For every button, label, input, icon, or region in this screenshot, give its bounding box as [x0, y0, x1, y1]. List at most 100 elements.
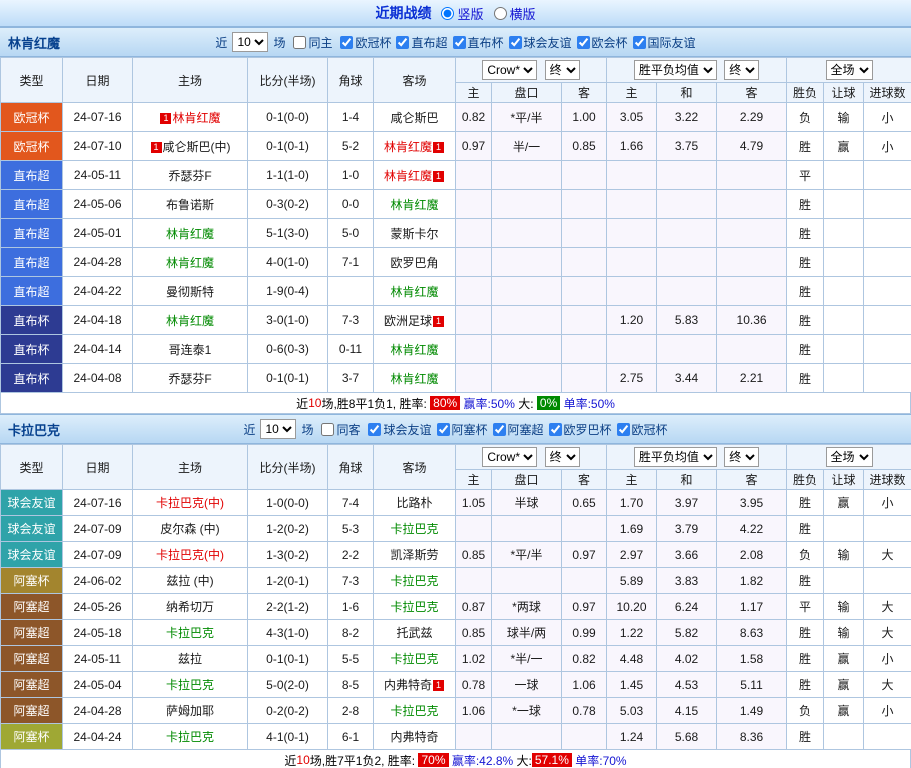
goals-result	[864, 219, 911, 248]
score: 4-3(1-0)	[248, 620, 328, 646]
euro-draw-odds: 5.82	[657, 620, 717, 646]
league-filter[interactable]: 欧冠杯	[612, 421, 668, 438]
league-filter[interactable]: 直布超	[391, 34, 447, 51]
scope-select[interactable]: 全场	[826, 447, 873, 467]
scope-select[interactable]: 全场	[826, 60, 873, 80]
league-checkbox[interactable]	[437, 423, 450, 436]
league-checkbox[interactable]	[617, 423, 630, 436]
col-score: 比分(半场)	[248, 58, 328, 103]
team-link[interactable]: 林肯红魔	[172, 111, 220, 125]
league-checkbox[interactable]	[340, 36, 353, 49]
team-link[interactable]: 乔瑟芬F	[168, 169, 211, 183]
team-link[interactable]: 欧罗巴角	[390, 256, 438, 270]
league-checkbox[interactable]	[368, 423, 381, 436]
euro-draw-odds	[657, 277, 717, 306]
league-filter[interactable]: 欧冠杯	[335, 34, 391, 51]
team-link[interactable]: 卡拉巴克	[166, 678, 214, 692]
team-link[interactable]: 托武兹	[396, 626, 432, 640]
asian-odds-header: Crow* 终	[456, 445, 607, 470]
near-label: 近	[215, 34, 227, 51]
team-link[interactable]: 布鲁诺斯	[166, 198, 214, 212]
league-filter[interactable]: 阿塞超	[488, 421, 544, 438]
odds-final-select[interactable]: 终	[545, 60, 580, 80]
same-venue-checkbox[interactable]	[293, 36, 306, 49]
team-link[interactable]: 兹拉	[178, 652, 202, 666]
team-link[interactable]: 林肯红魔	[384, 169, 432, 183]
league-filter[interactable]: 阿塞杯	[432, 421, 488, 438]
match-type: 阿塞超	[1, 698, 63, 724]
team-link[interactable]: 林肯红魔	[390, 343, 438, 357]
team-link[interactable]: 皮尔森 (中)	[160, 522, 219, 536]
team-link[interactable]: 卡拉巴克	[390, 522, 438, 536]
team-link[interactable]: 蒙斯卡尔	[390, 227, 438, 241]
avg-final-select[interactable]: 终	[724, 60, 759, 80]
avg-odds-select[interactable]: 胜平负均值	[634, 60, 717, 80]
team-link[interactable]: 林肯红魔	[166, 314, 214, 328]
vertical-layout-radio[interactable]	[441, 7, 454, 20]
team-link[interactable]: 咸仑斯巴(中)	[163, 140, 231, 154]
team-link[interactable]: 林肯红魔	[390, 198, 438, 212]
team-link[interactable]: 卡拉巴克	[390, 652, 438, 666]
match-date: 24-04-24	[63, 724, 133, 750]
team-link[interactable]: 乔瑟芬F	[168, 372, 211, 386]
avg-odds-select[interactable]: 胜平负均值	[634, 447, 717, 467]
league-checkbox[interactable]	[453, 36, 466, 49]
league-checkbox[interactable]	[577, 36, 590, 49]
league-filter[interactable]: 欧会杯	[572, 34, 628, 51]
league-filter[interactable]: 球会友谊	[363, 421, 431, 438]
team-link[interactable]: 纳希切万	[166, 600, 214, 614]
team-link[interactable]: 卡拉巴克	[390, 600, 438, 614]
team-link[interactable]: 内弗特奇	[390, 730, 438, 744]
league-checkbox[interactable]	[396, 36, 409, 49]
team-link[interactable]: 卡拉巴克	[390, 574, 438, 588]
league-checkbox[interactable]	[509, 36, 522, 49]
match-date: 24-05-11	[63, 646, 133, 672]
league-checkbox[interactable]	[493, 423, 506, 436]
vertical-layout-label[interactable]: 竖版	[457, 4, 483, 23]
team-link[interactable]: 卡拉巴克(中)	[156, 496, 224, 510]
odds-company-select[interactable]: Crow*	[482, 447, 537, 467]
team-link[interactable]: 卡拉巴克	[166, 730, 214, 744]
same-venue-checkbox[interactable]	[321, 423, 334, 436]
league-filter[interactable]: 直布杯	[448, 34, 504, 51]
league-filter[interactable]: 球会友谊	[504, 34, 572, 51]
team-link[interactable]: 欧洲足球	[384, 314, 432, 328]
team-link[interactable]: 萨姆加耶	[166, 704, 214, 718]
horizontal-layout-label[interactable]: 横版	[510, 4, 536, 23]
match-count-select[interactable]: 10	[260, 419, 296, 439]
team-link[interactable]: 林肯红魔	[384, 140, 432, 154]
team-link[interactable]: 内弗特奇	[384, 678, 432, 692]
odds-company-select[interactable]: Crow*	[482, 60, 537, 80]
match-count-select[interactable]: 10	[232, 32, 268, 52]
handicap-result: 赢	[824, 698, 864, 724]
league-filter[interactable]: 国际友谊	[628, 34, 696, 51]
team-link[interactable]: 曼彻斯特	[166, 285, 214, 299]
same-venue-filter[interactable]: 同客	[316, 421, 360, 438]
asian-handicap: 一球	[492, 672, 562, 698]
match-type: 阿塞杯	[1, 568, 63, 594]
team-link[interactable]: 林肯红魔	[166, 256, 214, 270]
euro-away-odds: 5.11	[717, 672, 787, 698]
handicap-result: 赢	[824, 672, 864, 698]
team-link[interactable]: 咸仑斯巴	[390, 111, 438, 125]
team-link[interactable]: 比路朴	[396, 496, 432, 510]
same-venue-filter[interactable]: 同主	[288, 34, 332, 51]
odds-final-select[interactable]: 终	[545, 447, 580, 467]
team-link[interactable]: 卡拉巴克	[166, 626, 214, 640]
away-team: 内弗特奇1	[374, 672, 456, 698]
team-link[interactable]: 哥连泰1	[169, 343, 212, 357]
league-checkbox[interactable]	[549, 423, 562, 436]
league-filter[interactable]: 欧罗巴杯	[544, 421, 612, 438]
team-link[interactable]: 林肯红魔	[166, 227, 214, 241]
team-link[interactable]: 卡拉巴克(中)	[156, 548, 224, 562]
handicap-result	[824, 306, 864, 335]
team-link[interactable]: 兹拉 (中)	[166, 574, 213, 588]
team-link[interactable]: 林肯红魔	[390, 285, 438, 299]
avg-final-select[interactable]: 终	[724, 447, 759, 467]
team-link[interactable]: 卡拉巴克	[390, 704, 438, 718]
league-checkbox[interactable]	[633, 36, 646, 49]
team-link[interactable]: 凯泽斯劳	[390, 548, 438, 562]
horizontal-layout-radio[interactable]	[494, 7, 507, 20]
match-row: 直布超24-05-06布鲁诺斯0-3(0-2)0-0林肯红魔胜	[1, 190, 911, 219]
team-link[interactable]: 林肯红魔	[390, 372, 438, 386]
